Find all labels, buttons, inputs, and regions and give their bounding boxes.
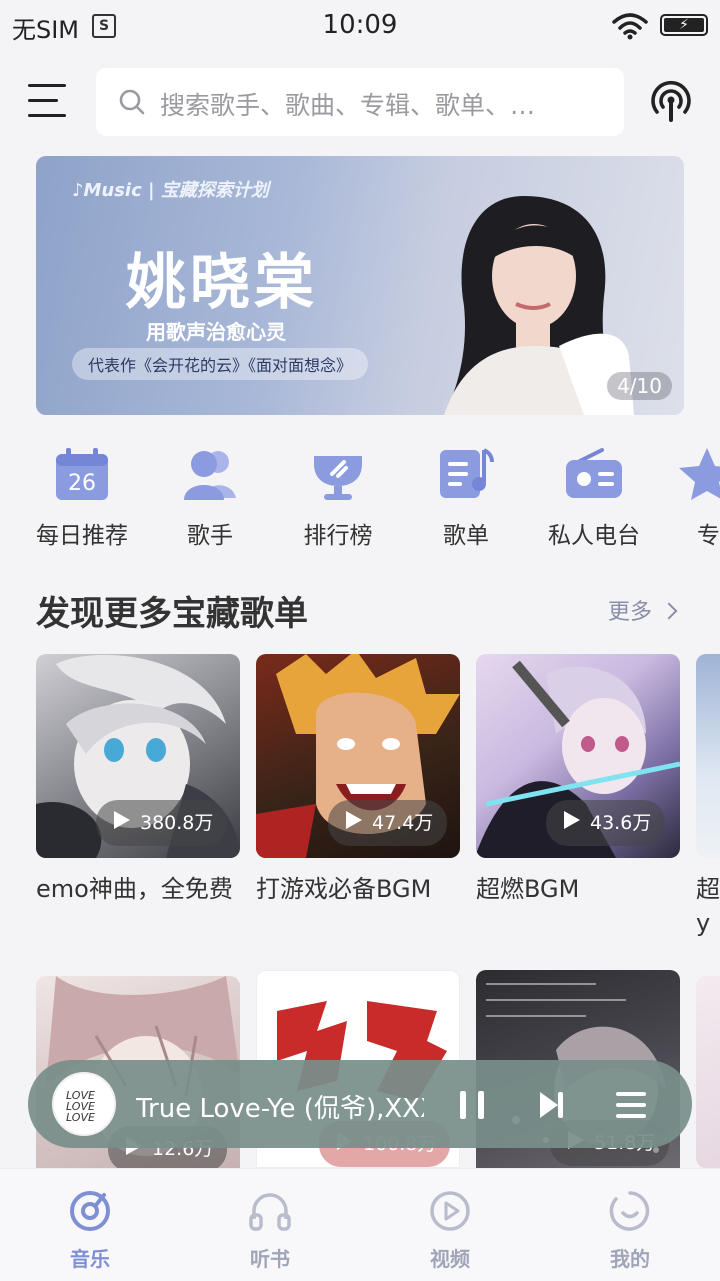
shortcut-daily[interactable]: 26 每日推荐 bbox=[27, 446, 137, 550]
shortcut-label: 歌单 bbox=[443, 523, 489, 549]
playlist-icon bbox=[436, 446, 496, 502]
trophy-icon bbox=[308, 446, 368, 502]
search-placeholder: 搜索歌手、歌曲、专辑、歌单、… bbox=[160, 91, 536, 120]
shortcut-label: 每日推荐 bbox=[36, 523, 128, 549]
tab-video[interactable]: 视频 bbox=[390, 1189, 510, 1272]
playlist-card[interactable]: 超yy bbox=[696, 654, 720, 944]
singer-icon bbox=[180, 446, 240, 502]
search-icon bbox=[119, 89, 145, 115]
playlist-title: 打游戏必备BGM bbox=[256, 875, 432, 903]
now-playing-title: True Love-Ye (侃爷),XXXTENTACION bbox=[136, 1094, 424, 1124]
playlist-card[interactable]: 43.6万 超燃BGM bbox=[476, 654, 680, 944]
search-bar[interactable]: 搜索歌手、歌曲、专辑、歌单、… bbox=[96, 68, 624, 136]
promo-banner[interactable]: ♪Music | 宝藏探索计划 姚晓棠 用歌声治愈心灵 代表作《会开花的云》《面… bbox=[36, 156, 684, 415]
shortcut-playlist[interactable]: 歌单 bbox=[411, 446, 521, 550]
profile-icon bbox=[609, 1191, 650, 1231]
tab-label: 我的 bbox=[610, 1247, 650, 1271]
disc-text: LOVE LOVE LOVE bbox=[66, 1089, 95, 1124]
banner-works: 代表作《会开花的云》《面对面想念》 bbox=[72, 348, 369, 380]
headphones-icon bbox=[249, 1193, 291, 1231]
banner-slogan: 用歌声治愈心灵 bbox=[146, 320, 286, 344]
playlist-card[interactable]: 380.8万 emo神曲，全免费 bbox=[36, 654, 240, 944]
menu-icon[interactable] bbox=[28, 84, 68, 120]
shortcut-charts[interactable]: 排行榜 bbox=[283, 446, 393, 550]
tab-label: 视频 bbox=[430, 1247, 470, 1271]
tab-label: 听书 bbox=[250, 1247, 290, 1271]
star-icon bbox=[667, 446, 720, 502]
play-queue-icon[interactable] bbox=[614, 1090, 648, 1120]
status-bar: 无SIM S 10:09 ⚡ bbox=[0, 0, 720, 52]
battery-icon: ⚡ bbox=[660, 14, 708, 36]
video-play-icon bbox=[430, 1191, 470, 1231]
calendar-day: 26 bbox=[68, 471, 96, 496]
playlist-title: emo神曲，全免费 bbox=[36, 875, 233, 903]
tab-music[interactable]: 音乐 bbox=[30, 1189, 150, 1272]
mini-player[interactable]: LOVE LOVE LOVE True Love-Ye (侃爷),XXXTENT… bbox=[28, 1060, 692, 1148]
wifi-icon bbox=[612, 13, 648, 40]
playlist-card[interactable] bbox=[696, 976, 720, 1168]
playlist-cover: 43.6万 bbox=[476, 654, 680, 858]
play-count-text: 47.4万 bbox=[372, 812, 434, 834]
banner-brand: ♪Music | 宝藏探索计划 bbox=[72, 180, 269, 201]
shortcut-label: 排行榜 bbox=[303, 523, 373, 549]
play-count: 43.6万 bbox=[546, 800, 666, 846]
banner-page-indicator: 4/10 bbox=[607, 372, 672, 400]
playlist-cover bbox=[696, 976, 720, 1168]
playlist-cover: 380.8万 bbox=[36, 654, 240, 858]
radio-icon bbox=[564, 446, 624, 502]
calendar-icon: 26 bbox=[52, 446, 112, 502]
playlist-cover bbox=[696, 654, 720, 858]
pause-icon[interactable] bbox=[458, 1090, 486, 1120]
shortcut-singer[interactable]: 歌手 bbox=[155, 446, 265, 550]
section-title: 发现更多宝藏歌单 bbox=[36, 594, 308, 634]
shortcut-radio[interactable]: 私人电台 bbox=[539, 446, 649, 550]
playlist-title: 超yy bbox=[696, 875, 720, 944]
shortcut-label: 歌手 bbox=[187, 523, 233, 549]
play-count-text: 43.6万 bbox=[590, 812, 652, 834]
album-disc: LOVE LOVE LOVE bbox=[52, 1072, 116, 1136]
more-link[interactable]: 更多 bbox=[608, 594, 678, 626]
more-label: 更多 bbox=[608, 600, 653, 625]
shortcut-label: 私人电台 bbox=[548, 523, 640, 549]
next-track-icon[interactable] bbox=[538, 1090, 564, 1120]
shortcut-more[interactable]: 专 bbox=[667, 446, 720, 550]
music-disc-icon bbox=[70, 1191, 110, 1231]
play-count-text: 380.8万 bbox=[140, 812, 214, 834]
play-count: 380.8万 bbox=[96, 800, 228, 846]
playlist-cover: 47.4万 bbox=[256, 654, 460, 858]
chevron-right-icon bbox=[660, 602, 678, 620]
play-count: 47.4万 bbox=[328, 800, 448, 846]
podcast-icon[interactable] bbox=[648, 78, 694, 124]
shortcut-label: 专 bbox=[697, 523, 720, 549]
tab-audiobook[interactable]: 听书 bbox=[210, 1189, 330, 1272]
tab-label: 音乐 bbox=[70, 1247, 110, 1271]
bottom-nav: 音乐 听书 视频 我的 bbox=[0, 1168, 720, 1281]
banner-artist: 姚晓棠 bbox=[126, 248, 318, 318]
tab-profile[interactable]: 我的 bbox=[570, 1189, 690, 1272]
playlist-title: 超燃BGM bbox=[476, 875, 580, 903]
playlist-card[interactable]: 47.4万 打游戏必备BGM bbox=[256, 654, 460, 944]
